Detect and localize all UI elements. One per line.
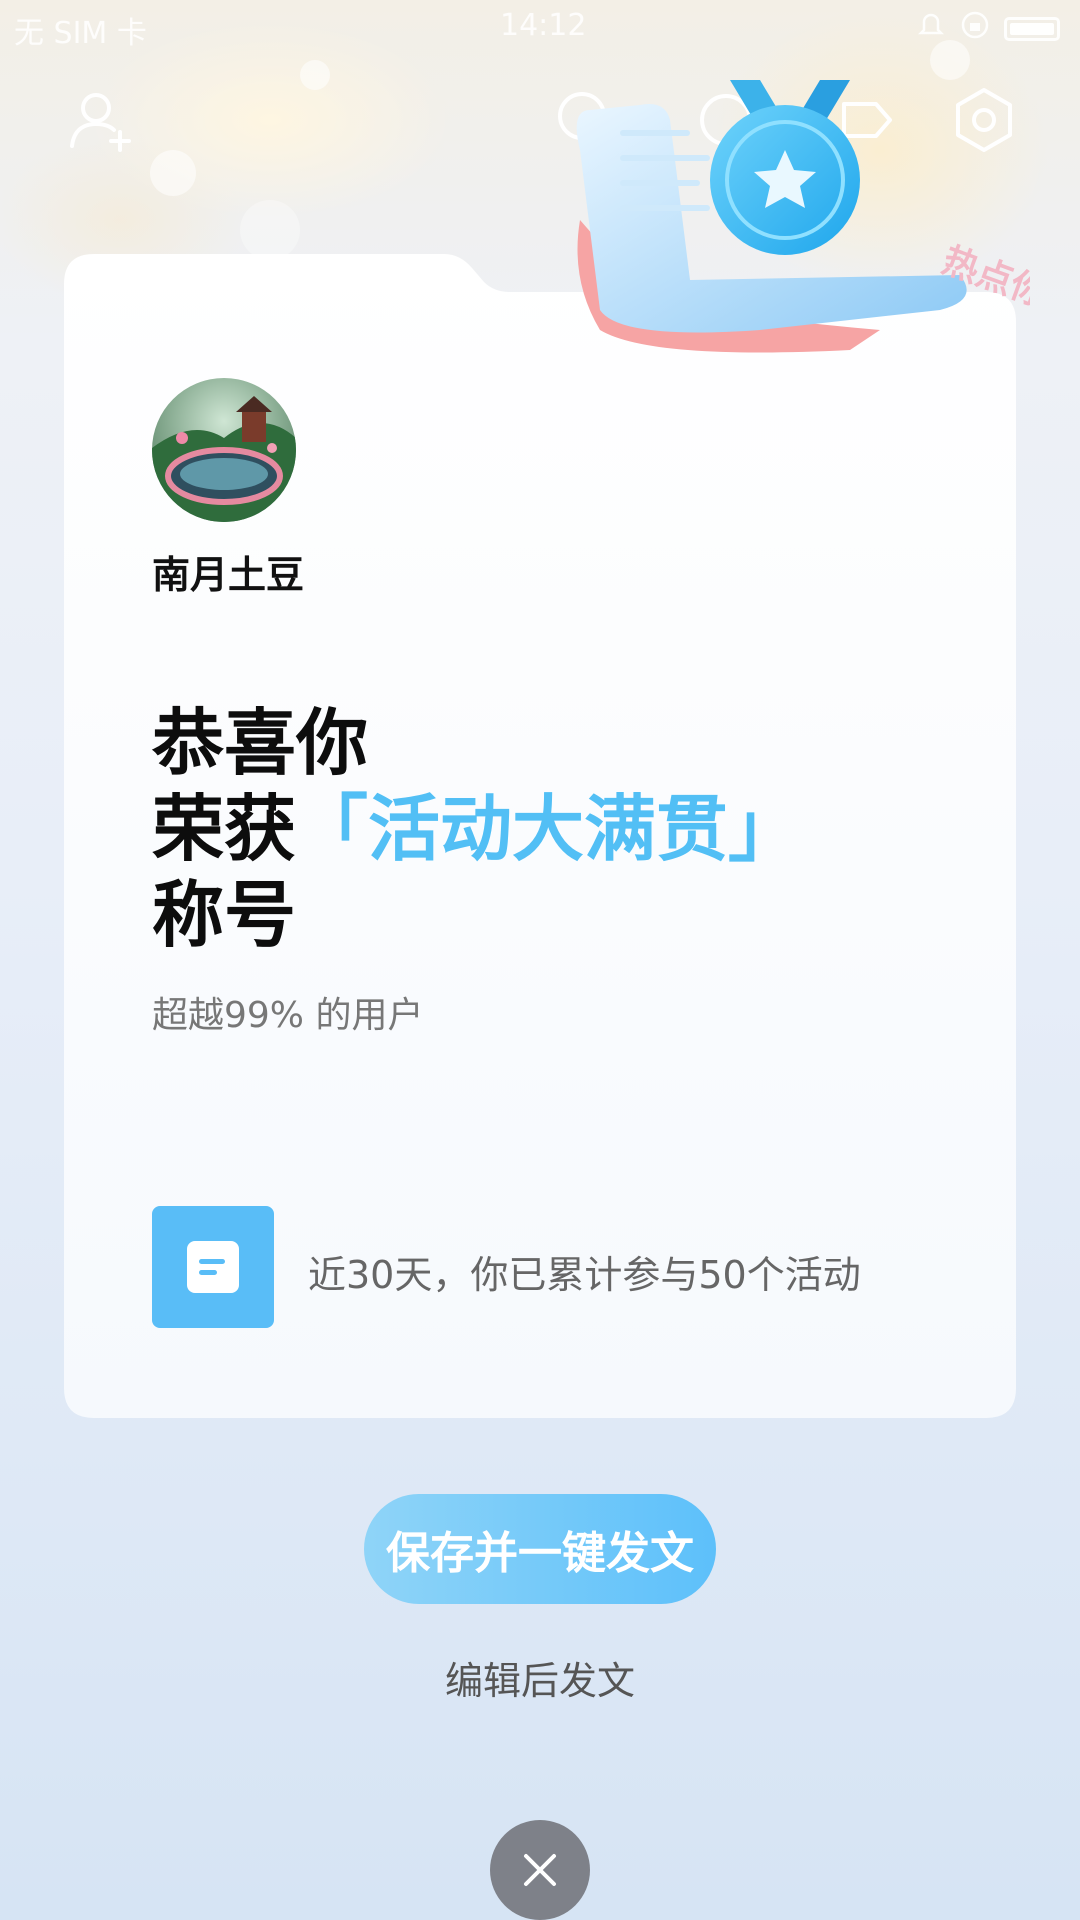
bokeh-light (150, 150, 196, 196)
close-button[interactable] (490, 1820, 590, 1920)
username: 南月土豆 (152, 553, 305, 597)
alarm-icon (916, 10, 946, 48)
close-icon (524, 1854, 556, 1886)
bokeh-light (240, 200, 300, 260)
bokeh-light (300, 60, 330, 90)
rank-subtitle: 超越99% 的用户 (152, 995, 424, 1036)
add-user-icon[interactable] (64, 84, 136, 156)
status-time: 14:12 (500, 8, 587, 43)
status-bar: 无 SIM 卡 14:12 (0, 0, 1080, 56)
congrats-line2: 荣获「活动大满贯」 (152, 786, 800, 872)
battery-icon (1004, 17, 1060, 41)
document-icon (152, 1206, 274, 1328)
avatar[interactable] (152, 378, 296, 522)
medal-scroll-illustration: 热点你 (576, 80, 1030, 353)
edit-then-post-link[interactable]: 编辑后发文 (400, 1650, 680, 1705)
save-and-post-button[interactable]: 保存并一键发文 (364, 1494, 716, 1604)
congrats-line3: 称号 (152, 873, 297, 957)
lock-icon (960, 10, 990, 48)
status-icons (916, 10, 1060, 48)
congrats-line2-prefix: 荣获 (152, 787, 297, 871)
carrier-label: 无 SIM 卡 (14, 16, 147, 51)
congrats-headline: 恭喜你 荣获「活动大满贯」 称号 (152, 700, 800, 958)
stat-text: 近30天，你已累计参与50个活动 (308, 1253, 861, 1297)
title-name: 「活动大满贯」 (296, 787, 801, 871)
congrats-line1: 恭喜你 (152, 701, 369, 785)
